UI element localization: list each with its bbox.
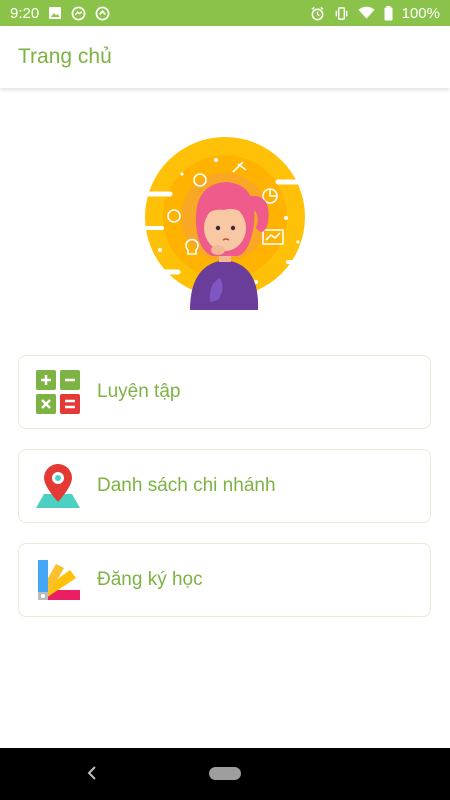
status-time: 9:20 [10, 4, 40, 22]
system-nav-bar [0, 748, 450, 800]
status-bar: 9:20 100% [0, 0, 450, 26]
back-icon[interactable] [86, 764, 98, 787]
image-icon [48, 6, 62, 20]
calculator-icon [34, 368, 82, 416]
color-swatch-icon [34, 556, 82, 604]
app-bar: Trang chủ [0, 26, 450, 88]
messenger-icon [71, 6, 86, 21]
status-right: 100% [310, 5, 440, 22]
menu-item-label: Đăng ký học [97, 569, 203, 590]
battery-percent: 100% [401, 4, 440, 22]
alarm-icon [310, 6, 325, 21]
battery-icon [384, 5, 393, 21]
hero-illustration [135, 132, 313, 310]
page-title: Trang chủ [18, 45, 112, 68]
vibrate-icon [334, 6, 349, 21]
sync-icon [95, 6, 110, 21]
menu-item-label: Luyện tập [97, 381, 181, 402]
wifi-icon [358, 6, 375, 20]
home-pill[interactable] [209, 767, 241, 780]
menu-item-practice[interactable]: Luyện tập [18, 355, 431, 429]
status-left: 9:20 [10, 5, 110, 22]
menu-item-branch-list[interactable]: Danh sách chi nhánh [18, 449, 431, 523]
menu-item-course-registration[interactable]: Đăng ký học [18, 543, 431, 617]
map-pin-icon [34, 462, 82, 510]
menu-item-label: Danh sách chi nhánh [97, 475, 276, 496]
